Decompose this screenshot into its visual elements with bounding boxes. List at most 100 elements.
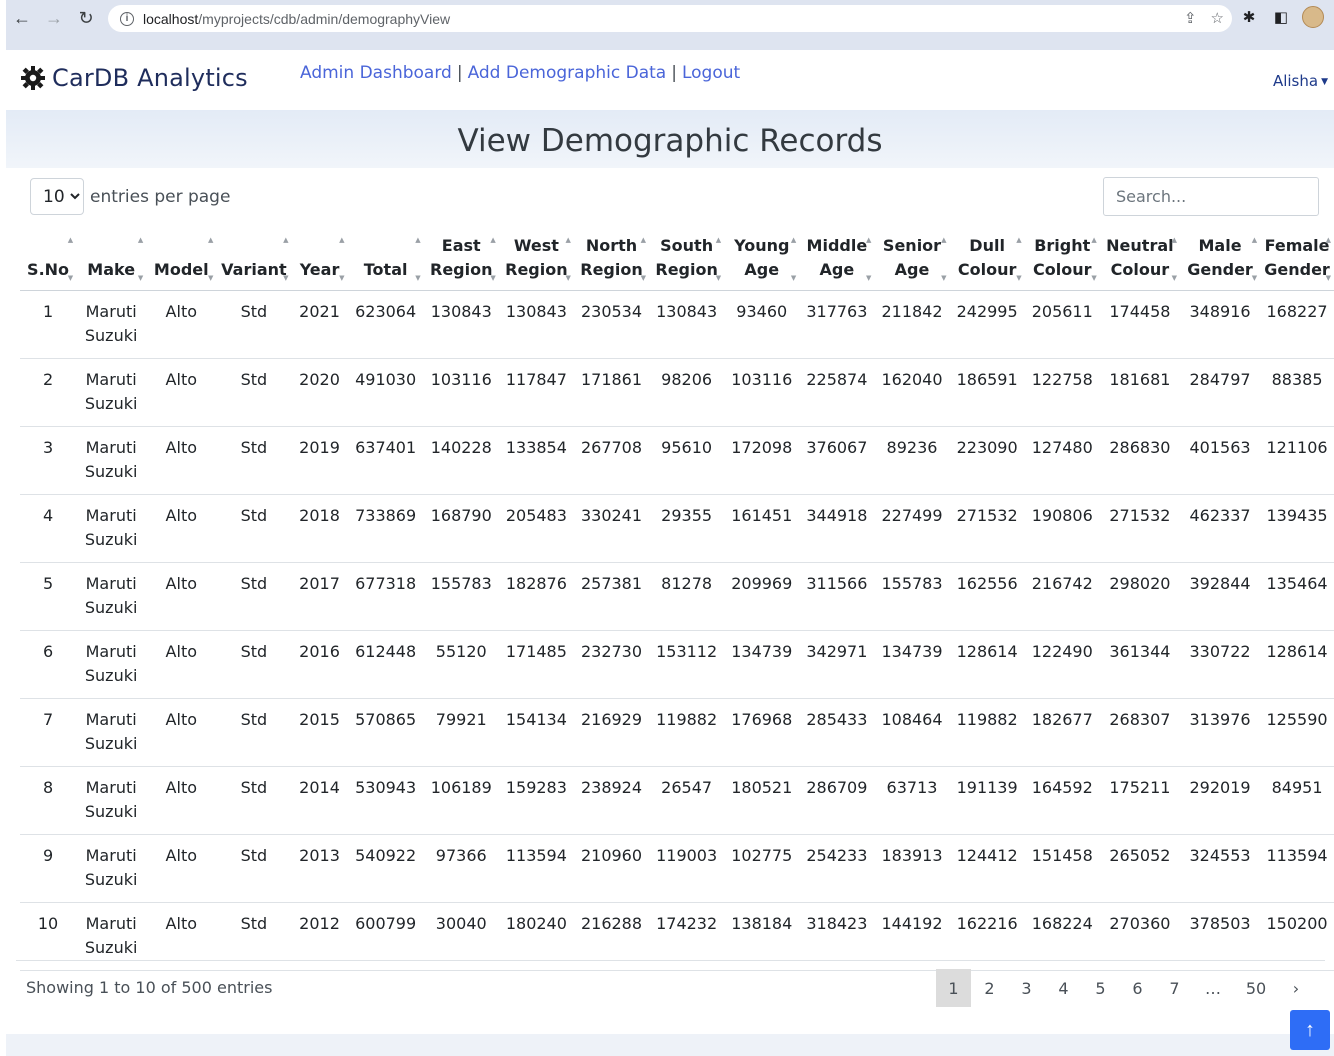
table-cell: 84951 <box>1260 766 1334 835</box>
scroll-to-top-button[interactable]: ↑ <box>1290 1010 1330 1050</box>
pagination-ellipsis: … <box>1205 978 1221 998</box>
column-header[interactable]: Middle Age ▲ ▼ <box>799 228 875 291</box>
table-cell: 462337 <box>1179 494 1261 563</box>
table-row: 2 Maruti Suzuki Alto Std 2020 491030 103116 117… <box>20 358 1334 427</box>
column-header[interactable]: Senior Age ▲ ▼ <box>874 228 950 291</box>
address-bar[interactable]: i localhost/myprojects/cdb/admin/demogra… <box>108 5 1232 32</box>
user-menu[interactable]: Alisha ▼ <box>1273 72 1328 90</box>
table-cell: 324553 <box>1179 834 1261 903</box>
page-link[interactable]: 50 <box>1233 969 1279 1007</box>
page-link[interactable]: 7 <box>1156 969 1193 1007</box>
table-cell: 2015 <box>291 698 348 767</box>
table-cell: Maruti Suzuki <box>76 426 147 495</box>
sort-down-icon: ▼ <box>1171 274 1177 282</box>
sort-up-icon: ▲ <box>565 236 571 244</box>
table-cell: 677318 <box>347 562 424 631</box>
sort-up-icon: ▲ <box>67 236 74 244</box>
column-header[interactable]: Total ▲ ▼ <box>347 228 424 291</box>
column-header[interactable]: Year ▲ ▼ <box>291 228 348 291</box>
sort-up-icon: ▲ <box>1091 236 1097 244</box>
page-link[interactable]: 2 <box>971 969 1008 1007</box>
profile-avatar[interactable] <box>1302 6 1324 28</box>
per-page-select[interactable]: 10 <box>30 178 84 215</box>
column-header-label: Gender <box>1187 260 1253 279</box>
column-header[interactable]: Male Gender ▲ ▼ <box>1179 228 1261 291</box>
table-cell: 2020 <box>291 358 348 427</box>
column-header[interactable]: Model ▲ ▼ <box>146 228 217 291</box>
table-cell: 119003 <box>649 834 725 903</box>
table-cell: 93460 <box>724 290 800 359</box>
search-input[interactable] <box>1103 177 1319 216</box>
table-cell: 153112 <box>649 630 725 699</box>
column-header[interactable]: S.No ▲ ▼ <box>20 228 77 291</box>
table-cell: 168227 <box>1260 290 1334 359</box>
nav-admin-dashboard-link[interactable]: Admin Dashboard <box>300 63 452 83</box>
column-header[interactable]: Variant ▲ ▼ <box>216 228 292 291</box>
nav-add-demographic-link[interactable]: Add Demographic Data <box>468 63 667 83</box>
table-cell: 225874 <box>799 358 875 427</box>
page-footer-band <box>6 1034 1334 1056</box>
forward-arrow-icon[interactable]: → <box>42 6 66 30</box>
table-cell: 330241 <box>573 494 650 563</box>
bookmark-star-icon[interactable]: ☆ <box>1211 9 1224 27</box>
table-cell: 271532 <box>1099 494 1180 563</box>
table-cell: Maruti Suzuki <box>76 562 147 631</box>
column-header-label: Region <box>580 260 643 279</box>
column-header-label: Region <box>505 260 568 279</box>
table-cell: 171485 <box>498 630 574 699</box>
share-icon[interactable]: ⇪ <box>1184 9 1197 27</box>
column-header[interactable]: East Region ▲ ▼ <box>423 228 499 291</box>
table-cell: 181681 <box>1099 358 1180 427</box>
column-header[interactable]: South Region ▲ ▼ <box>649 228 725 291</box>
brand[interactable]: CarDB Analytics <box>20 64 248 92</box>
table-cell: 122490 <box>1024 630 1100 699</box>
table-cell: 180521 <box>724 766 800 835</box>
table-row: 1 Maruti Suzuki Alto Std 2021 623064 130843 130… <box>20 290 1334 359</box>
side-panel-icon[interactable]: ◧ <box>1270 6 1292 28</box>
sort-up-icon: ▲ <box>1325 236 1331 244</box>
table-cell: 2017 <box>291 562 348 631</box>
table-cell: Std <box>216 494 292 563</box>
table-cell: 223090 <box>949 426 1025 495</box>
column-header[interactable]: West Region ▲ ▼ <box>498 228 574 291</box>
sort-up-icon: ▲ <box>490 236 496 244</box>
page-link[interactable]: 6 <box>1119 969 1156 1007</box>
column-header-label: Gender <box>1264 260 1330 279</box>
table-cell: 140228 <box>423 426 499 495</box>
column-header[interactable]: Female Gender ▲ ▼ <box>1260 228 1334 291</box>
table-cell: 298020 <box>1099 562 1180 631</box>
reload-icon[interactable]: ↻ <box>74 6 98 30</box>
page-link[interactable]: 3 <box>1008 969 1045 1007</box>
table-cell: 108464 <box>874 698 950 767</box>
site-info-icon[interactable]: i <box>120 11 134 26</box>
page-link[interactable]: 5 <box>1082 969 1119 1007</box>
column-header-label: North <box>585 236 638 255</box>
page-link[interactable]: 4 <box>1045 969 1082 1007</box>
table-cell: 401563 <box>1179 426 1261 495</box>
column-header[interactable]: Neutral Colour ▲ ▼ <box>1099 228 1180 291</box>
table-cell: 257381 <box>573 562 650 631</box>
column-header[interactable]: North Region ▲ ▼ <box>573 228 650 291</box>
back-arrow-icon[interactable]: ← <box>10 6 34 30</box>
table-cell: 125590 <box>1260 698 1334 767</box>
column-header[interactable]: Dull Colour ▲ ▼ <box>949 228 1025 291</box>
nav-logout-link[interactable]: Logout <box>682 63 740 83</box>
table-cell: 171861 <box>573 358 650 427</box>
table-cell: 135464 <box>1260 562 1334 631</box>
column-header[interactable]: Bright Colour ▲ ▼ <box>1024 228 1100 291</box>
table-cell: 159283 <box>498 766 574 835</box>
table-cell: 182677 <box>1024 698 1100 767</box>
table-cell: 210960 <box>573 834 650 903</box>
extensions-puzzle-icon[interactable]: ✱ <box>1238 6 1260 28</box>
column-header-label: Dull <box>969 236 1005 255</box>
table-cell: 1 <box>20 290 77 359</box>
page-link[interactable]: 1 <box>936 969 971 1007</box>
table-cell: Alto <box>146 630 217 699</box>
sort-up-icon: ▲ <box>866 236 872 244</box>
column-header[interactable]: Make ▲ ▼ <box>76 228 147 291</box>
next-page-chevron-icon[interactable]: › <box>1279 969 1313 1007</box>
column-header[interactable]: Young Age ▲ ▼ <box>724 228 800 291</box>
table-cell: 2018 <box>291 494 348 563</box>
table-cell: Maruti Suzuki <box>76 630 147 699</box>
table-cell: 172098 <box>724 426 800 495</box>
